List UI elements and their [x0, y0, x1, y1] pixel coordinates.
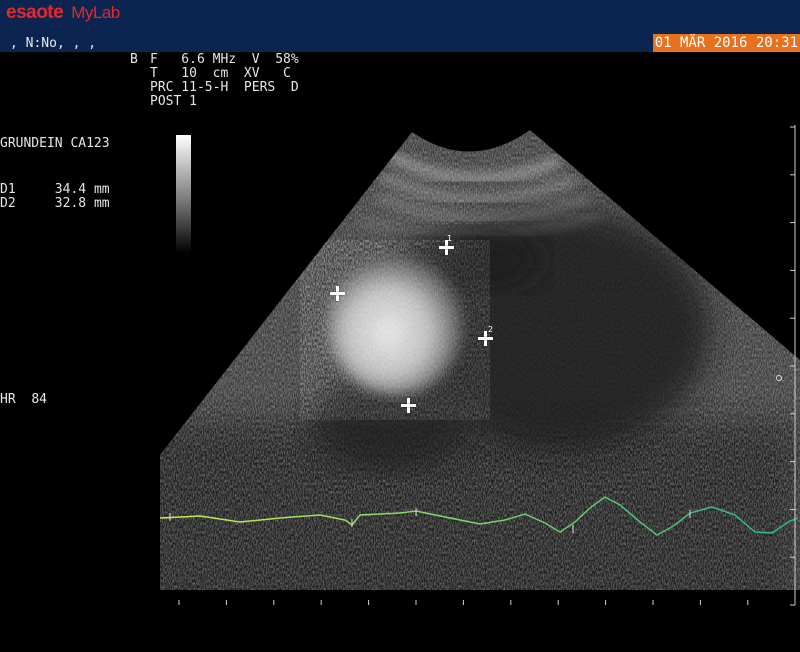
heart-rate-value: 84 [31, 392, 47, 407]
annotation-label: GRUNDEIN CA123 [0, 136, 110, 151]
mode-indicator: B [130, 52, 138, 67]
param-prc: PRC 11-5-H PERS D [150, 80, 299, 95]
measurement-unit: mm [93, 182, 110, 197]
measurement-value: 32.8 [54, 196, 87, 211]
caliper-1-label: 1 [447, 234, 453, 243]
ultrasound-image [159, 125, 800, 606]
param-frequency: F 6.6 MHz V 58% [150, 52, 299, 67]
measurement-label: D2 [0, 196, 16, 211]
measurement-d2: D2 32.8 mm [0, 197, 110, 211]
caliper-1b-plus-icon[interactable] [401, 398, 416, 413]
heart-rate: HR 84 [0, 393, 47, 407]
grayscale-bar [176, 135, 191, 253]
measurement-unit: mm [93, 196, 110, 211]
caliper-2-label: 2 [488, 325, 494, 334]
caliper-2a-plus-icon[interactable] [330, 286, 345, 301]
focus-marker-icon [776, 375, 782, 381]
lateral-scale-ticks [178, 600, 749, 605]
measurement-label: D1 [0, 182, 16, 197]
measurement-d1: D1 34.4 mm [0, 183, 110, 197]
heart-rate-label: HR [0, 392, 16, 407]
measurement-value: 34.4 [54, 182, 87, 197]
param-depth: T 10 cm XV C [150, 66, 291, 81]
param-post: POST 1 [150, 94, 197, 109]
